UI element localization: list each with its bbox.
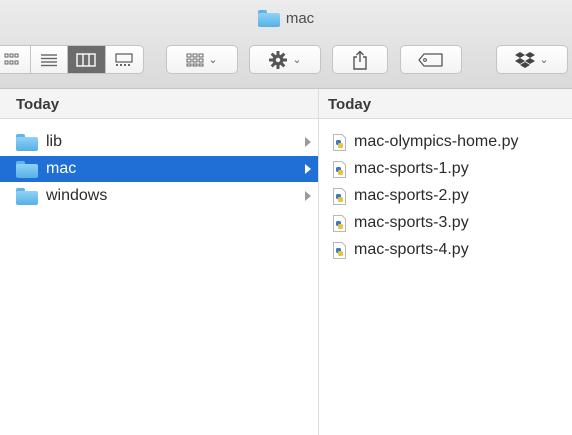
arrange-grid-icon xyxy=(186,53,204,66)
column-header-1: Today xyxy=(0,89,318,119)
folder-row-lib[interactable]: lib xyxy=(0,129,318,155)
action-button[interactable]: ⌄ xyxy=(249,45,321,74)
file-name: mac-sports-3.py xyxy=(354,214,469,231)
folder-name: mac xyxy=(46,160,77,177)
python-file-icon xyxy=(333,214,346,232)
file-row[interactable]: mac-olympics-home.py xyxy=(319,129,572,155)
disclosure-arrow-icon xyxy=(305,191,311,201)
dropbox-button[interactable]: ⌄ xyxy=(496,45,568,74)
file-row[interactable]: mac-sports-1.py xyxy=(319,156,572,182)
column-view-button[interactable] xyxy=(68,46,106,73)
file-name: mac-sports-4.py xyxy=(354,241,469,258)
python-file-icon xyxy=(333,160,346,178)
icon-view-button[interactable] xyxy=(0,46,31,73)
folder-icon xyxy=(257,10,280,27)
disclosure-arrow-icon xyxy=(305,164,311,174)
folder-name: lib xyxy=(46,133,63,150)
list-view-button[interactable] xyxy=(31,46,69,73)
file-name: mac-olympics-home.py xyxy=(354,133,519,150)
share-icon xyxy=(353,50,367,70)
folder-icon xyxy=(16,160,38,178)
column-header-label: Today xyxy=(328,96,372,113)
tag-icon xyxy=(418,52,443,67)
chevron-down-icon: ⌄ xyxy=(208,54,218,66)
python-file-icon xyxy=(333,187,346,205)
gear-icon xyxy=(269,50,288,69)
python-file-icon xyxy=(333,133,346,151)
column-view-icon xyxy=(76,52,96,67)
title-toolbar: mac ⌄ ⌄ ⌄ xyxy=(0,0,572,89)
folder-icon xyxy=(16,187,38,205)
gallery-view-button[interactable] xyxy=(106,46,143,73)
finder-window: mac ⌄ ⌄ ⌄ Today lib mac windows Today ma… xyxy=(0,0,572,435)
file-name: mac-sports-1.py xyxy=(354,160,469,177)
folder-icon xyxy=(16,133,38,151)
folder-row-mac[interactable]: mac xyxy=(0,156,318,182)
column-header-label: Today xyxy=(16,96,60,113)
chevron-down-icon: ⌄ xyxy=(539,54,549,66)
list-view-icon xyxy=(40,53,57,66)
share-button[interactable] xyxy=(332,45,388,74)
file-name: mac-sports-2.py xyxy=(354,187,469,204)
file-row[interactable]: mac-sports-3.py xyxy=(319,210,572,236)
view-switcher[interactable] xyxy=(0,45,144,74)
arrange-button[interactable]: ⌄ xyxy=(166,45,238,74)
window-title: mac xyxy=(0,10,572,27)
disclosure-arrow-icon xyxy=(305,137,311,147)
gallery-view-icon xyxy=(115,52,133,66)
folder-row-windows[interactable]: windows xyxy=(0,183,318,209)
python-file-icon xyxy=(333,241,346,259)
column-header-2: Today xyxy=(319,89,572,119)
dropbox-icon xyxy=(515,52,536,68)
folder-name: windows xyxy=(46,187,108,204)
icon-view-icon xyxy=(4,53,19,64)
file-row[interactable]: mac-sports-4.py xyxy=(319,237,572,263)
chevron-down-icon: ⌄ xyxy=(292,54,302,66)
tag-button[interactable] xyxy=(400,45,462,74)
window-title-text: mac xyxy=(285,10,315,27)
file-row[interactable]: mac-sports-2.py xyxy=(319,183,572,209)
